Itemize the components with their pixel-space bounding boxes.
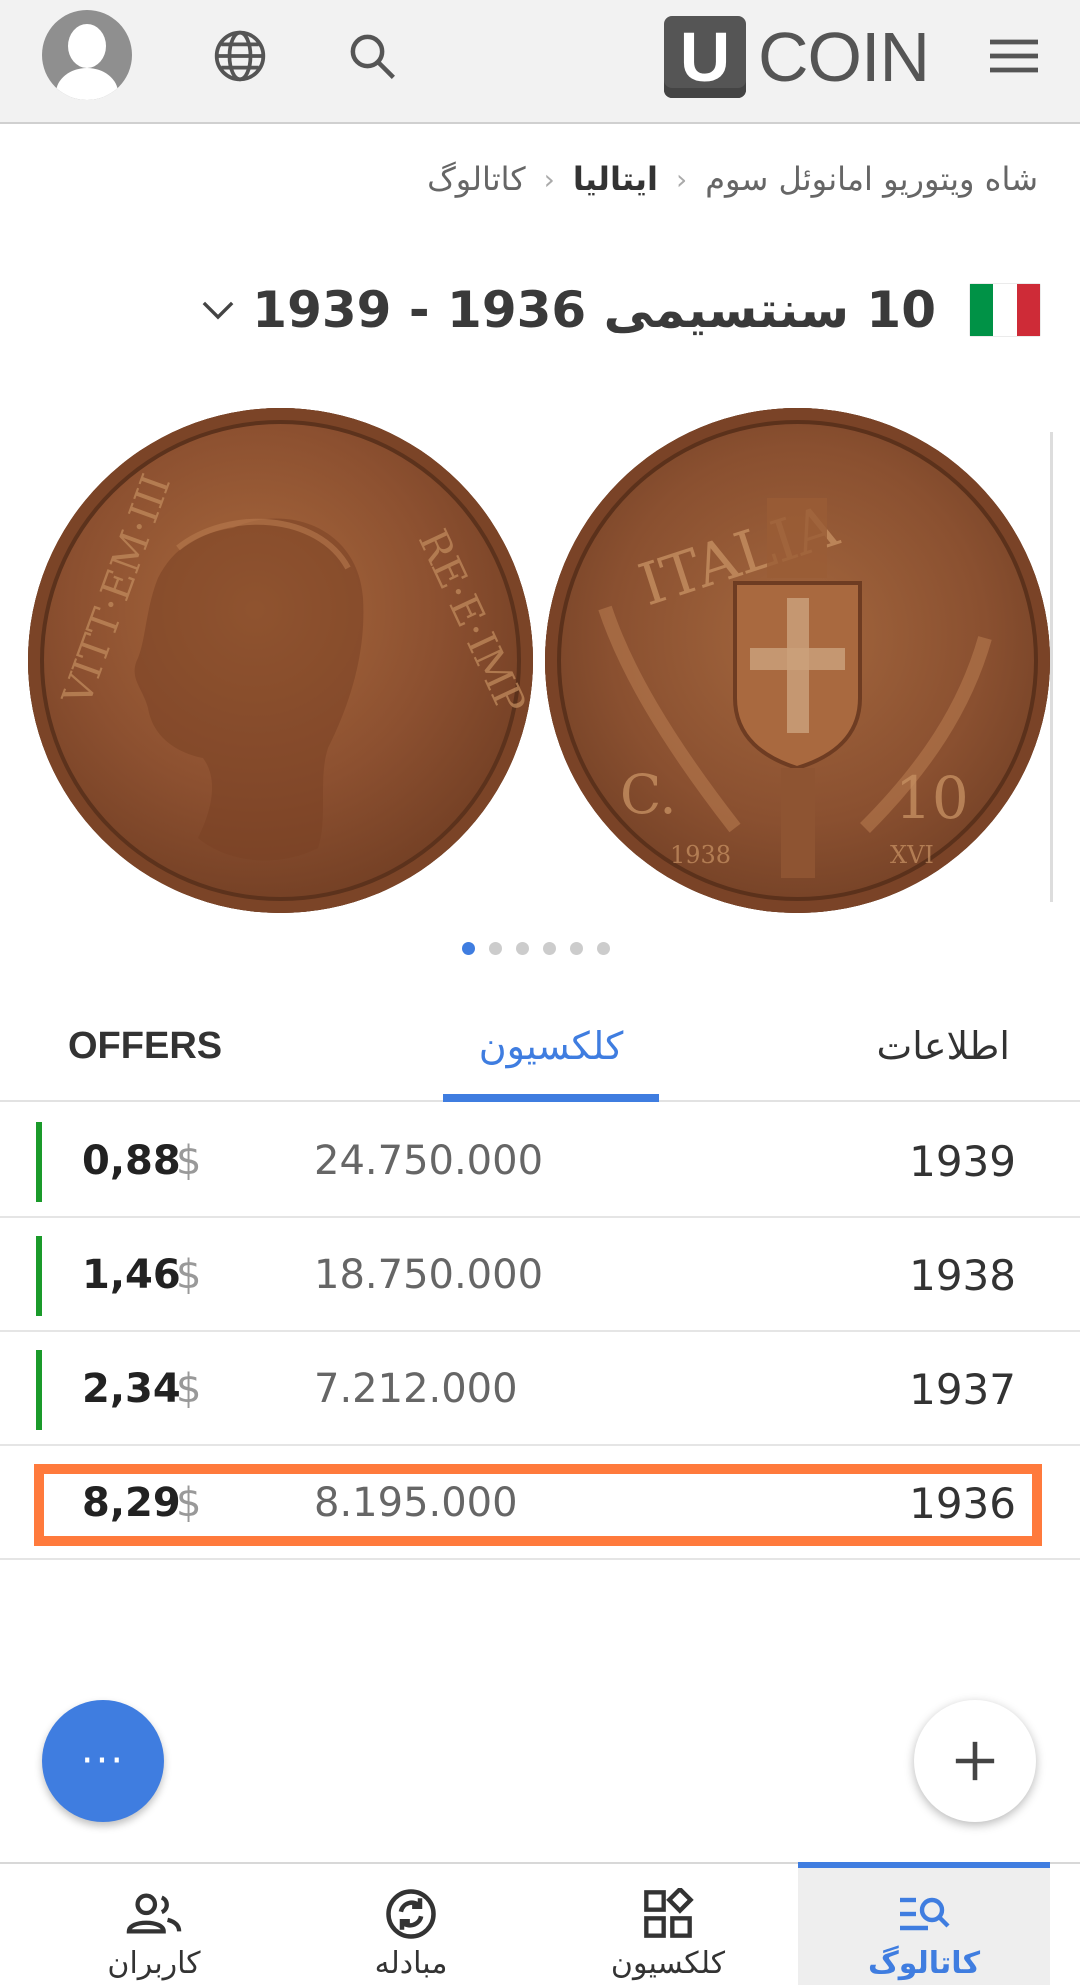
tab-offers[interactable]: OFFERS [68, 990, 228, 1102]
currency-symbol: $ [176, 1480, 202, 1526]
mintage-value: 24.750.000 [314, 1138, 544, 1184]
year-value: 1939 [909, 1136, 1016, 1186]
price-value: 8,29 [82, 1480, 181, 1526]
price-value: 2,34 [82, 1366, 181, 1412]
top-app-bar: U COIN [0, 0, 1080, 124]
italy-flag-icon [970, 284, 1040, 336]
year-value: 1936 [909, 1478, 1016, 1528]
bottom-navigation: کاربران مبادله کلکسیون کاتالوگ [0, 1862, 1080, 1985]
table-row[interactable]: 2,34 $ 7.212.000 1937 [0, 1332, 1080, 1446]
coin-reverse-image[interactable]: ITALIA C. 10 1938 XVI [545, 408, 1050, 913]
table-row[interactable]: 0,88 $ 24.750.000 1939 [0, 1104, 1080, 1218]
catalog-icon [894, 1884, 954, 1944]
table-row[interactable]: 1,46 $ 18.750.000 1938 [0, 1218, 1080, 1332]
breadcrumb-separator-icon: ‹ [543, 162, 555, 196]
breadcrumb-separator-icon: ‹ [676, 162, 688, 196]
coin-title-row: 10 سنتسیمی 1936 - 1939 [198, 272, 1040, 348]
price-value: 1,46 [82, 1252, 181, 1298]
plus-icon [955, 1741, 995, 1781]
ucoin-logo[interactable]: U COIN [664, 14, 930, 100]
mintage-value: 8.195.000 [314, 1480, 518, 1526]
status-indicator [36, 1350, 42, 1430]
tab-collection[interactable]: کلکسیون [443, 990, 659, 1102]
nav-exchange-label: مبادله [374, 1946, 448, 1981]
globe-icon[interactable] [210, 26, 270, 86]
status-indicator [36, 1236, 42, 1316]
svg-text:XVI: XVI [890, 841, 934, 869]
carousel-dot[interactable] [516, 942, 529, 955]
carousel-dot[interactable] [543, 942, 556, 955]
profile-avatar[interactable] [42, 10, 132, 100]
add-button[interactable] [914, 1700, 1036, 1822]
table-row[interactable]: 8,29 $ 8.195.000 1936 [0, 1446, 1080, 1560]
year-value: 1938 [909, 1250, 1016, 1300]
tab-bar: OFFERS کلکسیون اطلاعات [0, 990, 1080, 1102]
nav-collection-label: کلکسیون [610, 1946, 726, 1981]
nav-exchange[interactable]: مبادله [285, 1864, 537, 1985]
currency-symbol: $ [176, 1366, 202, 1412]
carousel-indicator[interactable] [462, 942, 610, 955]
logo-letter: U [664, 16, 746, 98]
chevron-down-icon[interactable] [198, 290, 238, 330]
more-actions-button[interactable]: ··· [42, 1700, 164, 1822]
carousel-dot[interactable] [570, 942, 583, 955]
nav-catalog[interactable]: کاتالوگ [798, 1862, 1050, 1985]
svg-text:1938: 1938 [670, 841, 731, 869]
nav-users-label: کاربران [107, 1946, 201, 1981]
mintage-value: 7.212.000 [314, 1366, 518, 1412]
currency-symbol: $ [176, 1252, 202, 1298]
menu-icon[interactable] [984, 26, 1044, 86]
carousel-dot[interactable] [462, 942, 475, 955]
mintage-value: 18.750.000 [314, 1252, 544, 1298]
breadcrumb-ruler[interactable]: شاه ویتوریو امانوئل سوم [705, 160, 1038, 198]
collection-icon [638, 1884, 698, 1944]
carousel-dot[interactable] [597, 942, 610, 955]
page-title: 10 سنتسیمی 1936 - 1939 [252, 281, 936, 339]
status-indicator [36, 1122, 42, 1202]
year-value: 1937 [909, 1364, 1016, 1414]
price-value: 0,88 [82, 1138, 181, 1184]
year-list: 0,88 $ 24.750.000 1939 1,46 $ 18.750.000… [0, 1104, 1080, 1560]
tab-info[interactable]: اطلاعات [860, 990, 1040, 1102]
logo-text: COIN [758, 18, 930, 96]
breadcrumb-country[interactable]: ایتالیا [573, 160, 658, 198]
nav-catalog-label: کاتالوگ [867, 1946, 981, 1981]
currency-symbol: $ [176, 1138, 202, 1184]
svg-text:C.: C. [620, 763, 677, 826]
svg-text:10: 10 [895, 764, 969, 832]
nav-collection[interactable]: کلکسیون [542, 1864, 794, 1985]
breadcrumb: کاتالوگ ‹ ایتالیا ‹ شاه ویتوریو امانوئل … [427, 160, 1038, 198]
coin-obverse-image[interactable]: VITT·EM·III RE·E·IMP [28, 408, 534, 913]
exchange-icon [381, 1884, 441, 1944]
breadcrumb-catalog[interactable]: کاتالوگ [427, 160, 526, 198]
nav-users[interactable]: کاربران [28, 1864, 280, 1985]
coin-image-carousel[interactable]: VITT·EM·III RE·E·IMP ITALIA C. 10 1938 X… [0, 408, 1080, 913]
more-dots-icon: ··· [80, 1738, 126, 1784]
carousel-edge [1050, 432, 1053, 902]
svg-text:RE·E·IMP: RE·E·IMP [409, 523, 533, 722]
search-icon[interactable] [342, 26, 402, 86]
carousel-dot[interactable] [489, 942, 502, 955]
users-icon [124, 1884, 184, 1944]
